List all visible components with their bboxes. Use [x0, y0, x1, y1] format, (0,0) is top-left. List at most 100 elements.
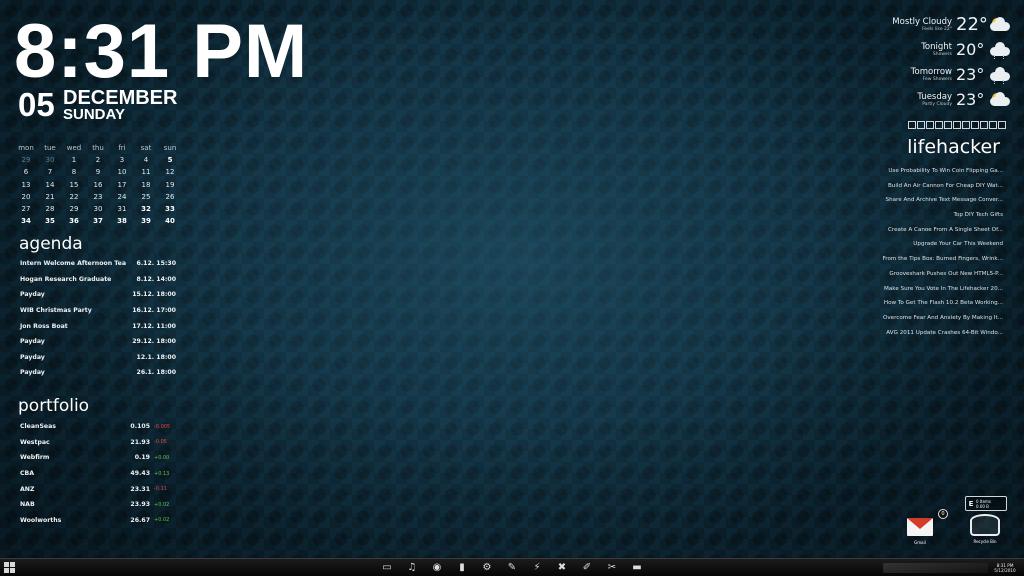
feed-item[interactable]: Make Sure You Vote In The Lifehacker 20.… [853, 282, 1003, 297]
stock-change: +0.02 [154, 501, 170, 508]
stock-change: -0.05 [154, 439, 167, 446]
agenda-item[interactable]: Intern Welcome Afternoon Tea 6.12. 15:30 [20, 256, 176, 272]
agenda-item[interactable]: Payday 12.1. 18:00 [20, 350, 176, 366]
xfire-icon[interactable]: ✖ [555, 561, 569, 575]
recycle-bin-shortcut[interactable]: Recycle Bin [965, 514, 1005, 544]
stock-name: NAB [20, 501, 35, 509]
feed-item[interactable]: Share And Archive Text Message Conver... [853, 193, 1003, 208]
chrome-icon[interactable]: ◉ [430, 561, 444, 575]
agenda-item[interactable]: Hogan Research Graduate 8.12. 14:00 [20, 272, 176, 288]
calendar-day: 23 [93, 192, 103, 201]
weather-forecast[interactable]: Tomorrow Few Showers 23° [852, 62, 1012, 87]
clock-time: 8:31 PM [14, 9, 309, 94]
agenda-item-name: Payday [20, 369, 45, 377]
calendar-day: 10 [117, 168, 127, 177]
calendar-day: 14 [45, 180, 55, 189]
partly-cloudy-icon [988, 91, 1012, 108]
calendar-day-today: 5 [167, 156, 173, 165]
feed-item[interactable]: Use Probability To Win Coin Flipping Ga.… [853, 164, 1003, 179]
calendar-day: 26 [165, 192, 175, 201]
feed-item[interactable]: Grooveshark Pushes Out New HTML5-P... [853, 267, 1003, 282]
portfolio-item[interactable]: Woolworths 26.67 +0.02 [20, 513, 176, 529]
taskbar: ▭ ♫ ◉ ▮ ⚙ ✎ ⚡ ✖ ✐ ✂ ▬ 8:31 PM 5/12/2010 [0, 558, 1024, 576]
weather-sub: Showers [932, 51, 952, 57]
agenda-item-time: 17.12. 11:00 [132, 322, 176, 330]
weather-forecast[interactable]: Tonight Showers 20° [852, 37, 1012, 62]
calendar-week-number: 33 [165, 205, 175, 214]
calendar-day: 9 [95, 168, 101, 177]
agenda-item-time: 8.12. 14:00 [136, 275, 176, 283]
feed-item[interactable]: Overcome Fear And Anxiety By Making It..… [853, 311, 1003, 326]
calendar-week-number: 36 [69, 217, 79, 226]
feed-item[interactable]: From the Tips Box: Burned Fingers, Wrink… [853, 252, 1003, 267]
portfolio-item[interactable]: CleanSeas 0.105 -0.005 [20, 419, 176, 435]
calendar-week-number: 34 [21, 217, 31, 226]
calendar-day: 8 [71, 168, 77, 177]
calendar-day: 24 [117, 192, 127, 201]
calendar-day: 31 [117, 205, 127, 214]
paint-icon[interactable]: ✂ [605, 561, 619, 575]
portfolio-item[interactable]: Webfirm 0.19 +0.00 [20, 450, 176, 466]
feed-item[interactable]: AVG 2011 Update Crashes 64-Bit Windo... [853, 326, 1003, 341]
agenda-item[interactable]: Payday 15.12. 18:00 [20, 287, 176, 303]
pencil-icon[interactable]: ✐ [580, 561, 594, 575]
calendar-week-number: 32 [141, 205, 151, 214]
calendar-header: tue [44, 144, 56, 153]
calendar-header: thu [92, 144, 104, 153]
agenda-item[interactable]: WIB Christmas Party 16.12. 17:00 [20, 303, 176, 319]
portfolio-item[interactable]: CBA 49.43 +0.13 [20, 466, 176, 482]
weather-sub: Partly Cloudy [922, 101, 952, 107]
agenda-item-name: Payday [20, 338, 45, 346]
agenda-item-time: 6.12. 15:30 [136, 260, 176, 268]
portfolio-item[interactable]: NAB 23.93 +0.02 [20, 497, 176, 513]
portfolio-item[interactable]: Westpac 21.93 -0.05 [20, 435, 176, 451]
stock-name: ANZ [20, 485, 35, 493]
agenda-item[interactable]: Jon Ross Boat 17.12. 11:00 [20, 318, 176, 334]
calendar-week: 13 14 15 16 17 18 19 [14, 179, 182, 191]
weather-widget: Mostly Cloudy Feels like 22° 22° Tonight S… [852, 12, 1012, 112]
agenda-list: Intern Welcome Afternoon Tea 6.12. 15:30 … [20, 256, 176, 381]
winamp-icon[interactable]: ⚡ [530, 561, 544, 575]
agenda-item[interactable]: Payday 29.12. 18:00 [20, 334, 176, 350]
weather-forecast[interactable]: Tuesday Partly Cloudy 23° [852, 87, 1012, 112]
weather-current[interactable]: Mostly Cloudy Feels like 22° 22° [852, 12, 1012, 37]
calendar-day: 6 [23, 168, 29, 177]
calendar-week: 29 30 1 2 3 4 5 [14, 154, 182, 166]
files-icon[interactable]: ▮ [455, 561, 469, 575]
music-icon[interactable]: ♫ [405, 561, 419, 575]
weather-temp: 23° [956, 90, 985, 109]
agenda-item-name: Payday [20, 353, 45, 361]
calendar-week-number: 38 [117, 217, 127, 226]
portfolio-item[interactable]: ANZ 23.31 -0.11 [20, 481, 176, 497]
agenda-item[interactable]: Payday 26.1. 18:00 [20, 365, 176, 381]
bin-items: 0 Items [976, 498, 992, 504]
weather-temp: 20° [956, 40, 985, 59]
recycle-bin-status: E 0 Items 0.00 B [965, 496, 1007, 511]
feed-item[interactable]: Create A Canoe From A Single Sheet Of... [853, 223, 1003, 238]
stock-price: 23.93 [130, 501, 150, 509]
calendar-day: 12 [165, 168, 175, 177]
agenda-item-name: Payday [20, 291, 45, 299]
feed-item[interactable]: Build An Air Cannon For Cheap DIY Wat... [853, 179, 1003, 194]
calendar-day: 22 [69, 192, 79, 201]
calendar-header: fri [118, 144, 126, 153]
showers-icon [988, 41, 1012, 59]
calendar-day: 13 [21, 180, 31, 189]
stock-name: CBA [20, 470, 35, 478]
steam-icon[interactable]: ⚙ [480, 561, 494, 575]
tray-icons[interactable] [883, 563, 988, 573]
gmail-shortcut[interactable]: Gmail [905, 518, 935, 545]
feed-item[interactable]: Top DIY Tech Gifts [853, 208, 1003, 223]
stock-name: CleanSeas [20, 423, 56, 431]
stock-price: 21.93 [130, 438, 150, 446]
feather-icon[interactable]: ✎ [505, 561, 519, 575]
feed-item[interactable]: How To Get The Flash 10.2 Beta Working..… [853, 296, 1003, 311]
taskbar-clock[interactable]: 8:31 PM 5/12/2010 [992, 563, 1018, 574]
start-button[interactable] [4, 561, 18, 574]
system-tray: 8:31 PM 5/12/2010 [883, 560, 1018, 576]
feed-item[interactable]: Upgrade Your Car This Weekend [853, 237, 1003, 252]
monitor-icon[interactable]: ▭ [380, 561, 394, 575]
portfolio-title: portfolio [18, 396, 90, 416]
gmail-label: Gmail [914, 540, 926, 545]
folder-icon[interactable]: ▬ [630, 561, 644, 575]
